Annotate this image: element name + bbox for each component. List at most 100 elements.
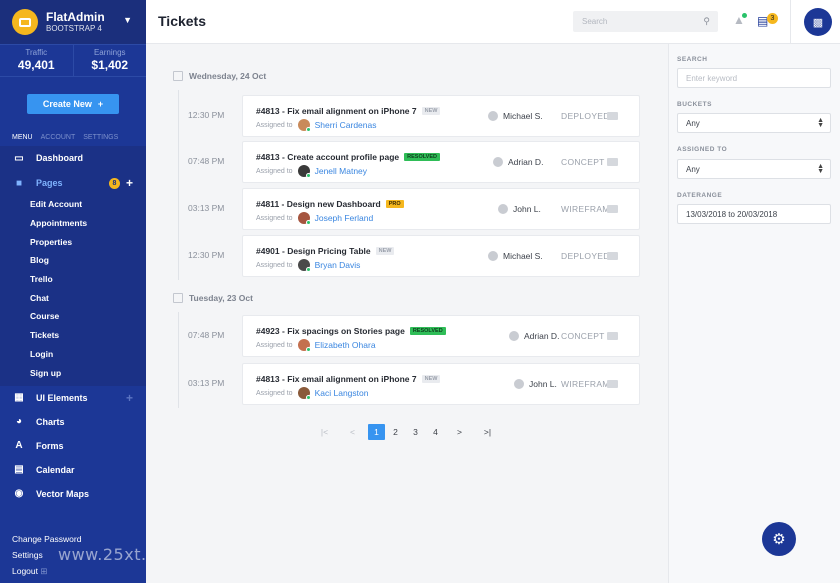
- day-label: Wednesday, 24 Oct: [189, 71, 267, 81]
- plus-icon[interactable]: +: [126, 176, 133, 190]
- stats: Traffic 49,401 Earnings $1,402: [0, 44, 146, 77]
- ticket-user-name: Michael S.: [503, 251, 543, 261]
- ticket-title[interactable]: #4811 - Design new Dashboard: [256, 199, 381, 209]
- ticket-card[interactable]: #4813 - Fix email alignment on iPhone 7 N…: [242, 363, 640, 405]
- ticket-time: 07:48 PM: [188, 156, 225, 166]
- keyword-input[interactable]: Enter keyword: [677, 68, 831, 88]
- online-dot: [305, 395, 311, 400]
- chevron-down-icon[interactable]: ▼: [123, 15, 132, 25]
- assignee-name[interactable]: Bryan Davis: [315, 260, 361, 270]
- brand[interactable]: FlatAdmin BOOTSTRAP 4 ▼: [0, 0, 146, 44]
- ticket-title[interactable]: #4813 - Fix email alignment on iPhone 7: [256, 374, 417, 384]
- sidebar-subitem-signup[interactable]: Sign up: [0, 363, 146, 382]
- sidebar-subitem-login[interactable]: Login: [0, 345, 146, 364]
- page-button-1[interactable]: 1: [368, 424, 385, 440]
- ticket-time: 07:48 PM: [188, 330, 225, 340]
- logo-icon: [12, 9, 38, 35]
- building-icon[interactable]: ▩: [804, 8, 832, 36]
- sidebar-item-ui-elements[interactable]: ▦ UI Elements +: [0, 386, 146, 410]
- page-button-4[interactable]: 4: [427, 424, 444, 440]
- calendar-icon: [173, 293, 183, 303]
- folder-icon[interactable]: [607, 112, 618, 120]
- bell-icon[interactable]: ▲: [733, 13, 747, 29]
- sidebar-subitem-blog[interactable]: Blog: [0, 251, 146, 270]
- ticket-assignment: Assigned to Joseph Ferland: [256, 212, 374, 225]
- logout-link[interactable]: Logout ⊞: [12, 563, 81, 579]
- folder-icon[interactable]: [607, 380, 618, 388]
- stat-value: 49,401: [17, 58, 55, 72]
- first-page-button[interactable]: |<: [316, 424, 333, 440]
- sidebar-item-pages[interactable]: ■ Pages 8 +: [0, 171, 146, 195]
- user-icon: [514, 379, 524, 389]
- search-icon[interactable]: ⚲: [703, 16, 710, 27]
- tab-menu[interactable]: MENU: [12, 134, 33, 141]
- assignee-name[interactable]: Kaci Langston: [315, 388, 369, 398]
- ticket-tag: RESOLVED: [404, 153, 440, 161]
- ticket-assignment: Assigned to Sherri Cardenas: [256, 119, 377, 132]
- stat-label: Earnings: [93, 48, 126, 57]
- folder-icon[interactable]: [607, 158, 618, 166]
- plus-icon[interactable]: +: [126, 391, 133, 405]
- online-dot: [305, 220, 311, 225]
- assignee-name[interactable]: Joseph Ferland: [315, 213, 374, 223]
- sidebar-subitem-edit-account[interactable]: Edit Account: [0, 195, 146, 214]
- folder-icon[interactable]: [607, 332, 618, 340]
- last-page-button[interactable]: >|: [479, 424, 496, 440]
- assignee-name[interactable]: Elizabeth Ohara: [315, 340, 376, 350]
- ticket-time: 03:13 PM: [188, 378, 225, 388]
- ticket-user-name: Adrian D.: [524, 331, 560, 341]
- folder-icon[interactable]: [607, 252, 618, 260]
- assignee-name[interactable]: Jenell Matney: [315, 166, 367, 176]
- prev-page-button[interactable]: <: [344, 424, 361, 440]
- day-header: Wednesday, 24 Oct: [173, 71, 266, 81]
- buckets-select[interactable]: Any ▲ ▼: [677, 113, 831, 133]
- assigned-to-select[interactable]: Any ▲ ▼: [677, 159, 831, 179]
- assignee-avatar: [297, 165, 311, 178]
- logout-label: Logout: [12, 566, 38, 576]
- ticket-card[interactable]: #4813 - Fix email alignment on iPhone 7 N…: [242, 95, 640, 137]
- day-header: Tuesday, 23 Oct: [173, 293, 253, 303]
- sidebar-item-charts[interactable]: ◕ Charts: [0, 410, 146, 434]
- search-filter-label: SEARCH: [677, 56, 708, 63]
- ticket-title[interactable]: #4813 - Fix email alignment on iPhone 7: [256, 106, 417, 116]
- user-icon: [488, 111, 498, 121]
- page-button-3[interactable]: 3: [407, 424, 424, 440]
- create-new-button[interactable]: Create New +: [27, 93, 119, 114]
- ticket-card[interactable]: #4923 - Fix spacings on Stories page RESO…: [242, 315, 640, 357]
- sidebar-subitem-chat[interactable]: Chat: [0, 288, 146, 307]
- ticket-card[interactable]: #4811 - Design new Dashboard PRO Assigned …: [242, 188, 640, 230]
- sidebar-subitem-trello[interactable]: Trello: [0, 270, 146, 289]
- ticket-card[interactable]: #4813 - Create account profile page RESOL…: [242, 141, 640, 183]
- create-new-label: Create New: [42, 98, 92, 109]
- pie-chart-icon: ◕: [15, 416, 23, 428]
- ticket-time: 03:13 PM: [188, 203, 225, 213]
- sidebar-tabs: MENU ACCOUNT SETTINGS: [0, 130, 146, 144]
- daterange-input[interactable]: 13/03/2018 to 20/03/2018: [677, 204, 831, 224]
- search-input[interactable]: Search ⚲: [573, 11, 718, 32]
- sidebar-subitem-appointments[interactable]: Appointments: [0, 214, 146, 233]
- sidebar-subitem-tickets[interactable]: Tickets: [0, 326, 146, 345]
- sidebar-item-label: UI Elements: [36, 392, 88, 403]
- settings-gear-icon[interactable]: ⚙: [762, 522, 796, 556]
- tab-settings[interactable]: SETTINGS: [83, 134, 118, 141]
- sidebar-item-vector-maps[interactable]: ◉ Vector Maps: [0, 482, 146, 506]
- brand-subtitle: BOOTSTRAP 4: [46, 23, 102, 33]
- sidebar-item-dashboard[interactable]: ▭ Dashboard: [0, 146, 146, 170]
- folder-icon[interactable]: [607, 205, 618, 213]
- assigned-to-label: Assigned to: [256, 261, 293, 269]
- assignee-name[interactable]: Sherri Cardenas: [315, 120, 377, 130]
- sidebar-item-calendar[interactable]: ▤ Calendar: [0, 458, 146, 482]
- next-page-button[interactable]: >: [451, 424, 468, 440]
- ticket-card[interactable]: #4901 - Design Pricing Table NEW Assigned …: [242, 235, 640, 277]
- keyword-placeholder: Enter keyword: [686, 74, 738, 83]
- ticket-title[interactable]: #4901 - Design Pricing Table: [256, 246, 371, 256]
- ticket-title[interactable]: #4813 - Create account profile page: [256, 152, 399, 162]
- stat-traffic: Traffic 49,401: [0, 45, 73, 76]
- tab-account[interactable]: ACCOUNT: [41, 134, 76, 141]
- page-button-2[interactable]: 2: [387, 424, 404, 440]
- ticket-title[interactable]: #4923 - Fix spacings on Stories page: [256, 326, 405, 336]
- sidebar-subitem-properties[interactable]: Properties: [0, 232, 146, 251]
- sidebar-subitem-course[interactable]: Course: [0, 307, 146, 326]
- assigned-to-label: Assigned to: [256, 167, 293, 175]
- sidebar-item-forms[interactable]: A Forms: [0, 434, 146, 458]
